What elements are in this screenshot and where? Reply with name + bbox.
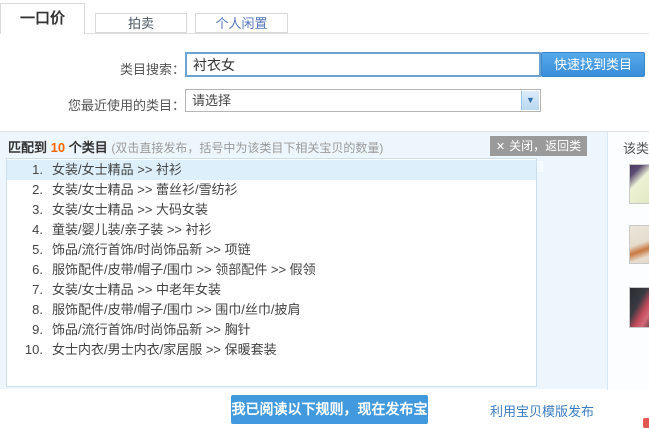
tab-personal-secondhand[interactable]: 个人闲置 [195, 13, 288, 33]
category-item-label: 女装/女士精品 >> 蕾丝衫/雪纺衫 [52, 182, 238, 197]
category-item-label: 女装/女士精品 >> 中老年女装 [52, 282, 221, 297]
category-item-number: 8. [7, 300, 43, 320]
quick-find-category-button[interactable]: 快速找到类目 [541, 52, 645, 77]
tab-fixed-price[interactable]: 一口价 [0, 3, 85, 34]
category-item-label: 饰品/流行首饰/时尚饰品新 >> 胸针 [52, 322, 251, 337]
category-list-item[interactable]: 9. 饰品/流行首饰/时尚饰品新 >> 胸针 [7, 320, 536, 340]
shirt-photo-thumbnail[interactable] [629, 164, 649, 204]
category-search-label: 类目搜索： [40, 59, 185, 78]
category-item-number: 4. [7, 220, 43, 240]
chevron-down-icon[interactable]: ▼ [521, 91, 539, 110]
matched-categories-header: 匹配到 10 个类目 (双击直接发布，括号中为该类目下相关宝贝的数量) [8, 137, 383, 156]
tab-auction[interactable]: 拍卖 [95, 13, 187, 33]
model-photo-thumbnail[interactable] [629, 225, 649, 264]
recent-category-selected-value: 请选择 [192, 93, 231, 108]
close-icon: ✕ [496, 141, 505, 153]
category-item-number: 2. [7, 180, 43, 200]
category-list-item[interactable]: 10. 女士内衣/男士内衣/家居服 >> 保暖套装 [7, 340, 536, 360]
category-search-input[interactable] [185, 52, 541, 77]
category-list-item[interactable]: 6. 服饰配件/皮带/帽子/围巾 >> 领部配件 >> 假领 [7, 260, 536, 280]
match-count: 10 [51, 140, 65, 155]
category-list-item[interactable]: 2. 女装/女士精品 >> 蕾丝衫/雪纺衫 [7, 180, 536, 200]
match-prefix: 匹配到 [8, 140, 47, 155]
cropped-red-badge [643, 418, 649, 428]
category-item-label: 女装/女士精品 >> 大码女装 [52, 202, 208, 217]
category-item-label: 女装/女士精品 >> 衬衫 [52, 162, 182, 177]
publish-item-button[interactable]: 我已阅读以下规则，现在发布宝贝 [231, 395, 428, 424]
matched-categories-section: 匹配到 10 个类目 (双击直接发布，括号中为该类目下相关宝贝的数量) ✕关闭，… [0, 131, 649, 389]
category-item-label: 服饰配件/皮带/帽子/围巾 >> 领部配件 >> 假领 [52, 262, 316, 277]
category-item-number: 10. [7, 340, 43, 360]
category-item-label: 女士内衣/男士内衣/家居服 >> 保暖套装 [52, 342, 277, 357]
category-list-item[interactable]: 3. 女装/女士精品 >> 大码女装 [7, 200, 536, 220]
category-list-item[interactable]: 4. 童装/婴儿装/亲子装 >> 衬衫 [7, 220, 536, 240]
match-suffix: 个类目 [69, 140, 108, 155]
category-item-label: 服饰配件/皮带/帽子/围巾 >> 围巾/丝巾/披肩 [52, 302, 300, 317]
publish-category-page: 一口价 拍卖 个人闲置 类目搜索： 快速找到类目 您最近使用的类目： 请选择 ▼… [0, 0, 649, 428]
close-return-category-button[interactable]: ✕关闭，返回类目 [490, 136, 587, 156]
category-item-number: 6. [7, 260, 43, 280]
category-item-label: 童装/婴儿装/亲子装 >> 衬衫 [52, 222, 212, 237]
category-list-item[interactable]: 5. 饰品/流行首饰/时尚饰品新 >> 项链 [7, 240, 536, 260]
recent-category-select[interactable]: 请选择 ▼ [185, 89, 541, 112]
category-item-number: 9. [7, 320, 43, 340]
category-item-number: 1. [7, 160, 43, 180]
tabstrip-divider [0, 33, 649, 34]
category-item-number: 3. [7, 200, 43, 220]
category-list-item[interactable]: 8. 服饰配件/皮带/帽子/围巾 >> 围巾/丝巾/披肩 [7, 300, 536, 320]
category-item-label: 饰品/流行首饰/时尚饰品新 >> 项链 [52, 242, 251, 257]
category-list-item[interactable]: 1. 女装/女士精品 >> 衬衫 [7, 160, 536, 180]
category-item-number: 7. [7, 280, 43, 300]
category-list: 1. 女装/女士精品 >> 衬衫 2. 女装/女士精品 >> 蕾丝衫/雪纺衫 3. 女装/… [6, 158, 537, 387]
knit-photo-thumbnail[interactable] [629, 287, 649, 328]
related-items-panel-title: 该类 [623, 138, 649, 157]
category-item-number: 5. [7, 240, 43, 260]
category-list-item[interactable]: 7. 女装/女士精品 >> 中老年女装 [7, 280, 536, 300]
match-hint: (双击直接发布，括号中为该类目下相关宝贝的数量) [111, 141, 383, 155]
use-template-publish-link[interactable]: 利用宝贝模版发布 [490, 401, 594, 420]
related-items-panel: 该类 [607, 132, 649, 390]
recent-category-label: 您最近使用的类目： [20, 95, 185, 114]
